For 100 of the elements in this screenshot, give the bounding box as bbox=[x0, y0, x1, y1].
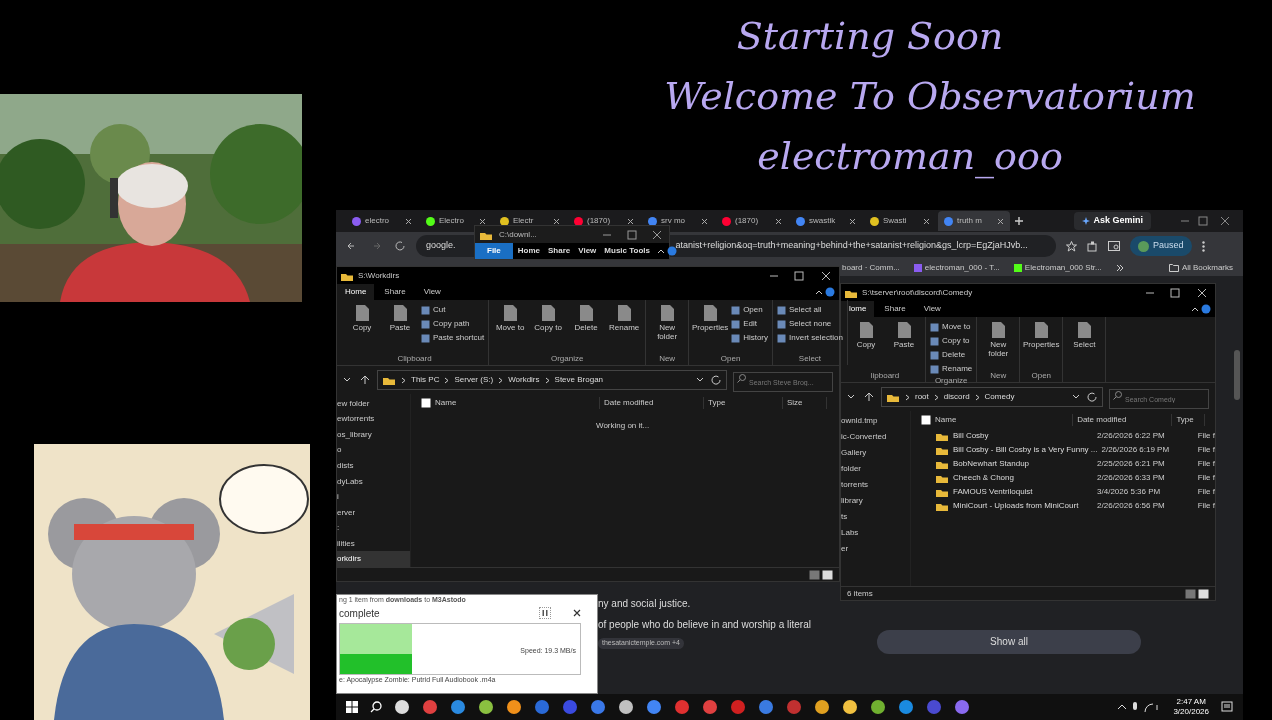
ribbon-tab[interactable]: Home bbox=[337, 284, 375, 300]
ribbon-button[interactable]: Copy path bbox=[421, 318, 485, 330]
sidebar-item[interactable]: er bbox=[841, 541, 910, 557]
browser-tab[interactable]: (1870) bbox=[716, 211, 788, 231]
bookmark-folder[interactable]: All Bookmarks bbox=[1168, 262, 1233, 274]
ribbon-tab[interactable]: Share bbox=[876, 301, 914, 317]
column-header[interactable]: Type bbox=[1176, 414, 1205, 426]
ribbon-button[interactable]: Delete bbox=[930, 349, 973, 361]
address-bar[interactable]: This PC Server (S:) Workdirs Steve Brogan bbox=[377, 370, 727, 390]
sidebar-item[interactable]: ic-Converted bbox=[841, 429, 910, 445]
browser-tab[interactable]: Electro bbox=[420, 211, 492, 231]
ribbon-button[interactable]: Paste shortcut bbox=[421, 332, 485, 344]
ribbon-button[interactable]: Copy to bbox=[930, 335, 973, 347]
sidebar-item[interactable]: Gallery bbox=[841, 445, 910, 461]
bookmark[interactable]: Electroman_000 Str... bbox=[1013, 262, 1102, 274]
ribbon-button[interactable]: Properties bbox=[1024, 321, 1059, 370]
app-icon[interactable] bbox=[814, 699, 830, 715]
ribbon-button[interactable]: Copy bbox=[849, 321, 883, 370]
page-icon bbox=[616, 304, 633, 322]
app-icon[interactable] bbox=[478, 699, 494, 715]
ribbon-tab[interactable]: Share bbox=[545, 243, 574, 259]
browser-tab[interactable]: (1870) bbox=[568, 211, 640, 231]
ribbon-button[interactable]: Paste bbox=[383, 304, 417, 353]
browser-tab[interactable]: srv mo bbox=[642, 211, 714, 231]
sidebar-item[interactable]: Labs bbox=[841, 525, 910, 541]
sidebar-item[interactable]: torrents bbox=[841, 477, 910, 493]
browser-tab[interactable]: Electr bbox=[494, 211, 566, 231]
address-bar[interactable]: root discord Comedy bbox=[881, 387, 1103, 407]
ribbon-button[interactable]: Move to bbox=[930, 321, 973, 333]
column-header[interactable]: Size bbox=[787, 397, 827, 409]
column-header[interactable]: Date modified bbox=[1077, 414, 1173, 426]
ribbon-tab[interactable]: lome bbox=[841, 301, 875, 317]
sidebar-item[interactable]: orkdirs bbox=[337, 551, 410, 567]
ribbon-button[interactable]: Delete bbox=[569, 304, 604, 353]
column-header[interactable]: Date modified bbox=[604, 397, 704, 409]
ribbon-tab[interactable]: View bbox=[575, 243, 600, 259]
ribbon-button[interactable]: Open bbox=[731, 304, 769, 316]
sidebar-item[interactable]: erver bbox=[337, 504, 410, 521]
sidebar-item[interactable]: ilities bbox=[337, 535, 410, 552]
ribbon-tab[interactable]: File bbox=[475, 243, 513, 259]
ribbon-button[interactable]: Rename bbox=[930, 363, 973, 375]
file-name: Cheech & Chong bbox=[953, 472, 1015, 484]
sidebar-item[interactable]: library bbox=[841, 493, 910, 509]
ribbon-button[interactable]: Copy to bbox=[531, 304, 566, 353]
app-icon[interactable] bbox=[506, 699, 522, 715]
ribbon-button[interactable]: Paste bbox=[887, 321, 921, 370]
pause-button[interactable] bbox=[539, 607, 551, 619]
ribbon-button[interactable]: Cut bbox=[421, 304, 485, 316]
browser-tab[interactable]: Swasti bbox=[864, 211, 936, 231]
browser-tab[interactable]: electro bbox=[346, 211, 418, 231]
app-icon[interactable] bbox=[394, 699, 410, 715]
column-header[interactable]: Name bbox=[935, 414, 1074, 426]
sidebar-item[interactable]: : bbox=[337, 520, 410, 536]
app-icon[interactable] bbox=[842, 699, 858, 715]
ribbon-button[interactable]: Properties bbox=[693, 304, 728, 353]
ribbon-button[interactable]: History bbox=[731, 332, 769, 344]
column-header[interactable]: Name bbox=[435, 397, 600, 409]
ribbon-tab[interactable]: View bbox=[415, 284, 449, 300]
ribbon-button[interactable]: Select bbox=[1067, 321, 1102, 382]
profile-button[interactable]: Paused bbox=[1130, 236, 1192, 256]
bookmark[interactable]: board · Comm... bbox=[842, 262, 900, 274]
sidebar-item[interactable]: ew folder bbox=[337, 396, 410, 412]
ribbon-button[interactable]: New folder bbox=[981, 321, 1016, 370]
ribbon-button[interactable]: Rename bbox=[607, 304, 642, 353]
ribbon-button[interactable]: Select none bbox=[777, 318, 843, 330]
bookmark[interactable]: electroman_000 - T... bbox=[913, 262, 1000, 274]
column-header[interactable]: Type bbox=[708, 397, 783, 409]
sidebar-item[interactable]: ewtorrents bbox=[337, 411, 410, 428]
app-icon[interactable] bbox=[618, 699, 634, 715]
ribbon-button[interactable]: Select all bbox=[777, 304, 843, 316]
ribbon-button[interactable]: Move to bbox=[493, 304, 528, 353]
sidebar-item[interactable]: i bbox=[337, 489, 410, 505]
show-all-button[interactable]: Show all bbox=[877, 629, 1141, 654]
sidebar-item[interactable]: ts bbox=[841, 509, 910, 525]
ribbon-button[interactable]: Copy bbox=[345, 304, 379, 353]
page-text: of people who do believe in and worship a literal bbox=[598, 618, 812, 632]
sidebar-item[interactable]: dyLabs bbox=[337, 473, 410, 490]
sidebar-item[interactable]: ownld.tmp bbox=[841, 413, 910, 429]
ribbon-tab[interactable]: View bbox=[915, 301, 949, 317]
table-cell: File f bbox=[1197, 486, 1215, 498]
page-icon bbox=[702, 304, 719, 322]
sidebar-item[interactable]: os_library bbox=[337, 427, 410, 443]
ask-button[interactable]: Ask Gemini bbox=[1074, 212, 1151, 230]
navigation-icon bbox=[343, 375, 371, 385]
folder-icon bbox=[935, 459, 949, 469]
sidebar-item[interactable]: folder bbox=[841, 461, 910, 477]
ribbon-tab[interactable]: Home bbox=[514, 243, 543, 259]
sidebar-item[interactable]: o bbox=[337, 442, 410, 459]
ribbon-button[interactable]: Invert selection bbox=[777, 332, 843, 344]
ribbon-tab[interactable]: Share bbox=[376, 284, 414, 300]
app-icon[interactable] bbox=[870, 699, 886, 715]
table-cell-text: 2/25/2026 6:21 PM bbox=[1097, 458, 1166, 470]
browser-tab[interactable]: truth m bbox=[938, 211, 1010, 231]
sidebar-item[interactable]: dists bbox=[337, 458, 410, 474]
site-icon bbox=[426, 216, 435, 226]
chevron-icon bbox=[498, 376, 504, 384]
ribbon-button[interactable]: New folder bbox=[650, 304, 685, 353]
ribbon-button[interactable]: Edit bbox=[731, 318, 769, 330]
ribbon-tab[interactable]: Music Tools bbox=[601, 243, 653, 259]
browser-tab[interactable]: swastik bbox=[790, 211, 862, 231]
